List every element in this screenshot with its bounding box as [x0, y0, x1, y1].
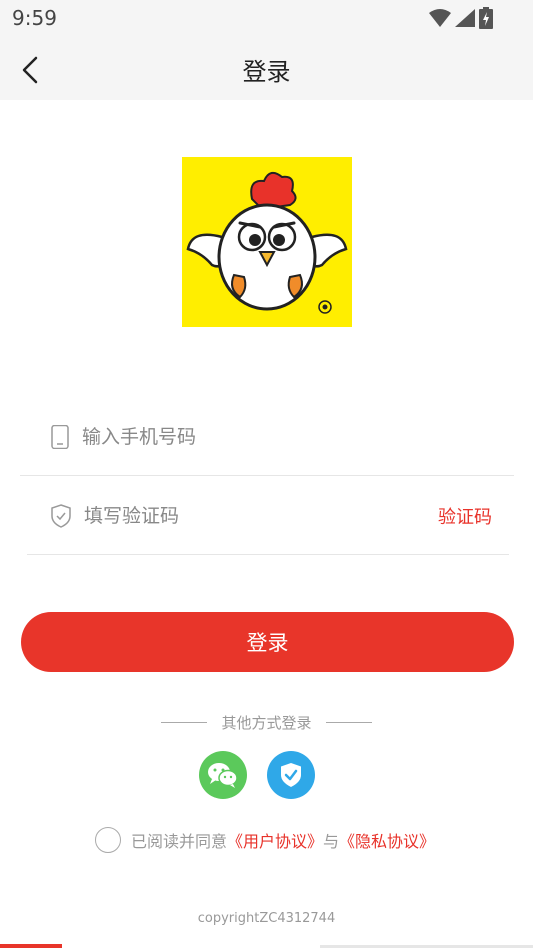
agreement-checkbox[interactable]	[95, 827, 121, 853]
user-agreement-link[interactable]: 《用户协议》	[227, 828, 323, 852]
divider	[20, 475, 514, 476]
status-icons	[429, 6, 493, 30]
agreement-row: 已阅读并同意 《用户协议》 与 《隐私协议》	[95, 826, 435, 854]
divider	[325, 721, 372, 723]
status-bar: 9:59	[0, 0, 533, 38]
agreement-prefix: 已阅读并同意	[131, 832, 228, 851]
page-title: 登录	[242, 58, 291, 86]
wechat-icon	[208, 763, 238, 788]
phone-input[interactable]	[82, 418, 402, 456]
chicken-logo-icon	[186, 171, 348, 314]
shield-icon	[51, 504, 71, 528]
divider	[161, 721, 208, 723]
bottom-strip	[0, 944, 62, 948]
verified-login-button[interactable]	[267, 751, 315, 799]
divider	[27, 554, 509, 555]
other-login-label: 其他方式登录	[221, 713, 312, 732]
signal-icon	[455, 9, 475, 27]
privacy-agreement-link[interactable]: 《隐私协议》	[339, 828, 435, 852]
status-time: 9:59	[12, 6, 57, 30]
battery-icon	[479, 7, 493, 29]
copyright-text: copyrightZC4312744	[197, 911, 336, 926]
phone-icon	[51, 425, 69, 449]
get-code-button[interactable]: 验证码	[438, 503, 492, 529]
wifi-icon	[429, 9, 451, 27]
agreement-conjunction: 与	[323, 832, 340, 851]
code-field-row: 验证码	[20, 477, 514, 555]
phone-field-row	[20, 398, 514, 476]
app-logo	[182, 157, 352, 327]
other-login-divider: 其他方式登录	[0, 710, 533, 734]
nav-bar: 登录	[0, 38, 533, 100]
shield-check-icon	[281, 763, 301, 787]
wechat-login-button[interactable]	[199, 751, 247, 799]
login-button[interactable]: 登录	[21, 612, 514, 672]
code-input[interactable]	[84, 497, 404, 535]
